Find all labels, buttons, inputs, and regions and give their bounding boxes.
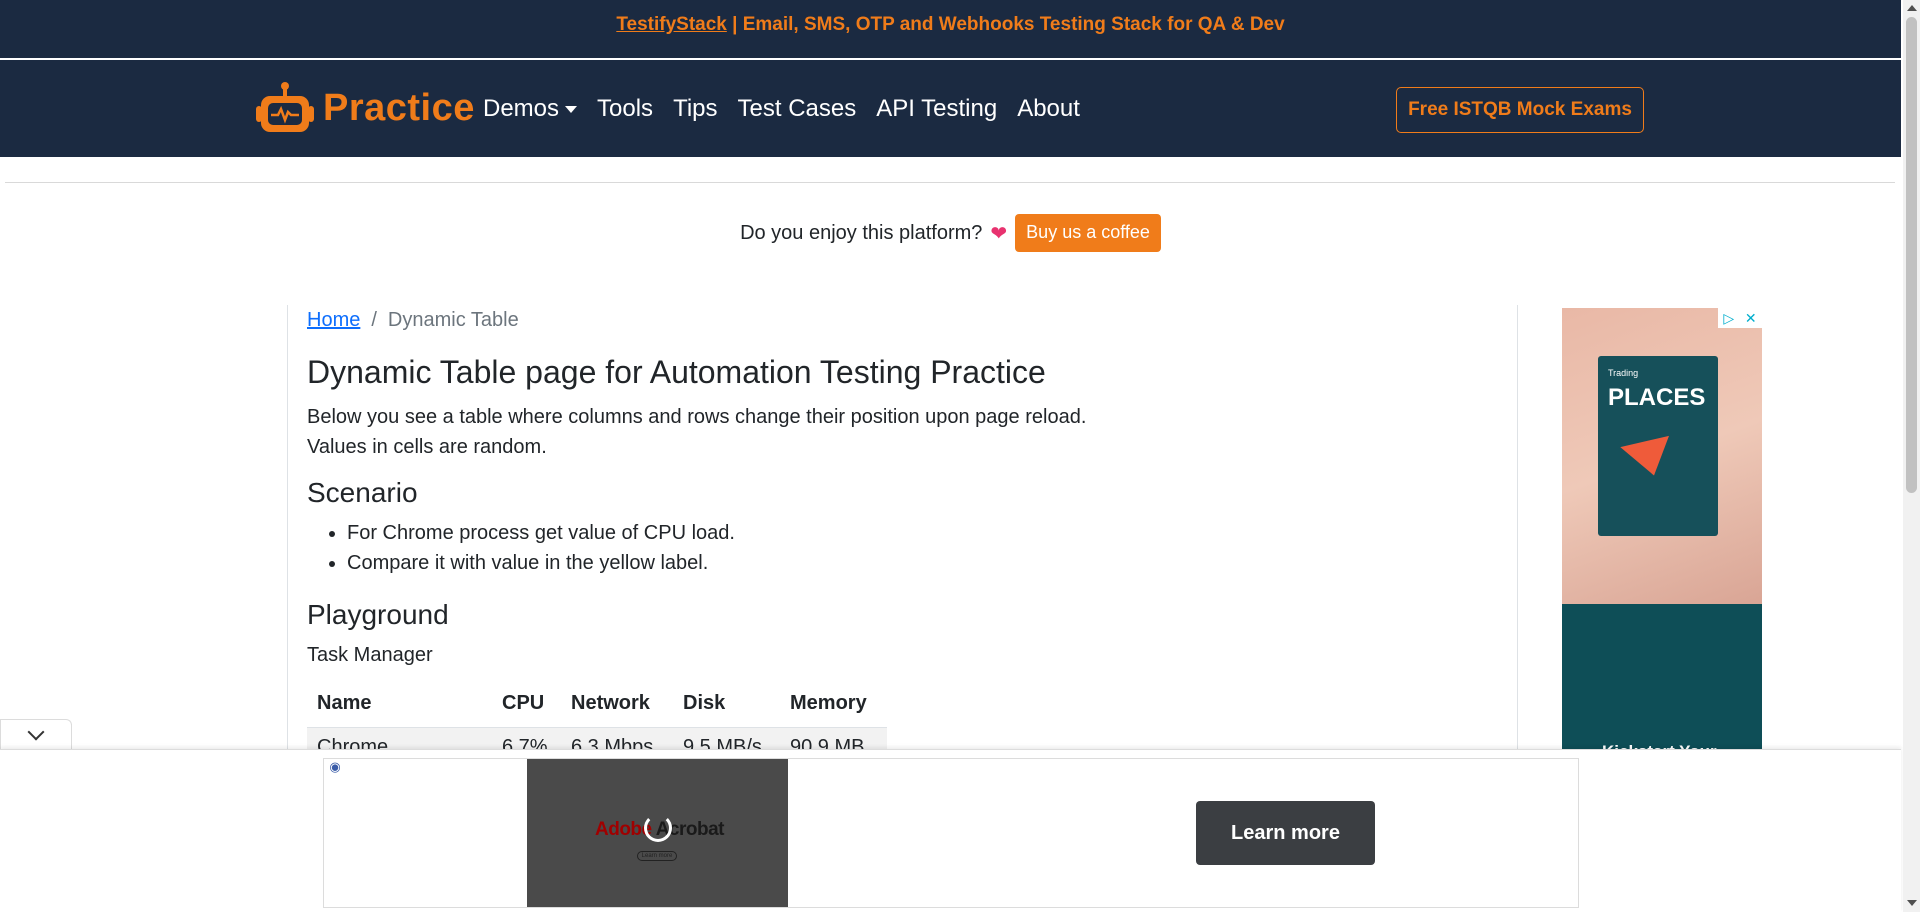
scenario-item: Compare it with value in the yellow labe…: [347, 548, 1487, 578]
brand-link[interactable]: Practice: [255, 80, 475, 136]
page-title: Dynamic Table page for Automation Testin…: [307, 354, 1046, 390]
nav-tips[interactable]: Tips: [673, 95, 717, 123]
ad-book-subtitle: Trading: [1608, 368, 1639, 378]
description-line-2: Values in cells are random.: [307, 436, 547, 458]
ad-book-cover: Trading PLACES: [1598, 356, 1718, 536]
scroll-up-icon[interactable]: [1907, 5, 1917, 11]
breadcrumb-current: Dynamic Table: [387, 309, 519, 331]
nav-test-cases[interactable]: Test Cases: [738, 95, 857, 123]
column-header: Name: [307, 681, 492, 728]
promo-text: | Email, SMS, OTP and Webhooks Testing S…: [726, 14, 1285, 35]
nav-about[interactable]: About: [1017, 95, 1080, 123]
ad-bottom-panel: Kickstart Your: [1562, 604, 1762, 758]
table-header-row: Name CPU Network Disk Memory: [307, 681, 887, 728]
nav-demos-dropdown[interactable]: Demos: [483, 95, 578, 123]
playground-heading: Playground: [307, 599, 449, 630]
coffee-row: Do you enjoy this platform? ❤ Buy us a c…: [0, 214, 1901, 252]
ad-video[interactable]: Adobe Acrobat Learn more: [527, 759, 788, 907]
ad-video-sub: Learn more: [637, 851, 677, 861]
scenario-item: For Chrome process get value of CPU load…: [347, 518, 1487, 548]
page-scrollbar[interactable]: [1903, 0, 1920, 912]
ad-choices[interactable]: ▷ ✕: [1718, 308, 1762, 328]
heart-icon: ❤: [990, 222, 1008, 245]
scenario-heading: Scenario: [307, 477, 418, 508]
learn-more-button[interactable]: Learn more: [1196, 801, 1375, 865]
buy-coffee-button[interactable]: Buy us a coffee: [1015, 214, 1161, 252]
task-manager-caption: Task Manager: [307, 644, 433, 666]
ad-book-title: PLACES: [1608, 384, 1706, 411]
testifystack-link[interactable]: TestifyStack: [616, 14, 727, 35]
bottom-ad-frame[interactable]: ◉ Adobe Acrobat Learn more Learn more: [323, 758, 1579, 908]
replay-icon[interactable]: [644, 814, 672, 842]
page-description: Below you see a table where columns and …: [307, 402, 1487, 462]
caret-down-icon: [565, 105, 578, 113]
side-advertisement[interactable]: Trading PLACES Kickstart Your: [1562, 308, 1762, 758]
scenario-list: For Chrome process get value of CPU load…: [347, 518, 1487, 578]
adchoices-icon[interactable]: ▷: [1723, 310, 1734, 327]
breadcrumb-home-link[interactable]: Home: [307, 309, 360, 332]
scroll-thumb[interactable]: [1906, 17, 1917, 493]
nav-links: Demos Tools Tips Test Cases API Testing …: [483, 95, 1100, 123]
nav-api-testing[interactable]: API Testing: [876, 95, 997, 123]
main-content: Home / Dynamic Table Dynamic Table page …: [287, 305, 1518, 767]
chevron-down-icon: [27, 723, 45, 741]
divider: [5, 182, 1895, 183]
arrow-icon: [1620, 416, 1680, 476]
ad-image: Trading PLACES: [1562, 308, 1762, 604]
column-header: Memory: [780, 681, 887, 728]
column-header: Disk: [673, 681, 780, 728]
brand-text: Practice: [323, 86, 475, 129]
collapse-ad-tab[interactable]: [0, 719, 72, 749]
breadcrumb: Home / Dynamic Table: [307, 309, 1487, 332]
description-line-1: Below you see a table where columns and …: [307, 406, 1087, 428]
scroll-down-icon[interactable]: [1907, 900, 1917, 906]
breadcrumb-separator: /: [371, 309, 377, 331]
bottom-sticky-ad: ◉ Adobe Acrobat Learn more Learn more: [0, 749, 1901, 912]
column-header: CPU: [492, 681, 561, 728]
istqb-mock-exams-button[interactable]: Free ISTQB Mock Exams: [1396, 87, 1644, 133]
column-header: Network: [561, 681, 673, 728]
main-navbar: Practice Demos Tools Tips Test Cases API…: [0, 60, 1901, 157]
promo-bar: TestifyStack | Email, SMS, OTP and Webho…: [0, 0, 1901, 58]
privacy-shield-icon[interactable]: ◉: [324, 759, 346, 781]
nav-tools[interactable]: Tools: [597, 95, 653, 123]
robot-logo-icon: [256, 82, 314, 132]
close-icon[interactable]: ✕: [1745, 310, 1757, 327]
enjoy-question: Do you enjoy this platform?: [740, 221, 983, 244]
